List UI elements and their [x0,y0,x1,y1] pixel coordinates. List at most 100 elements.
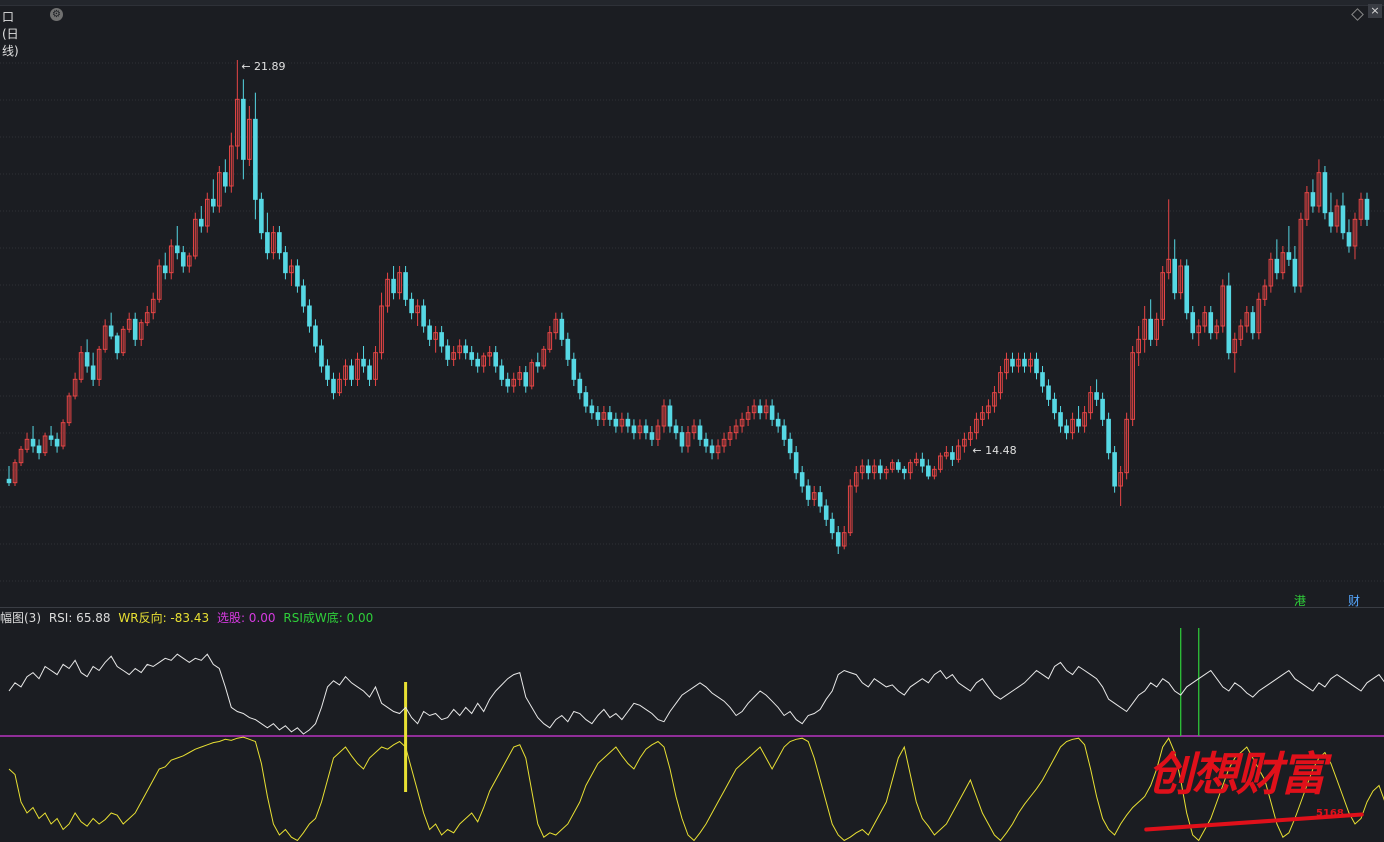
candle-body [902,468,907,474]
candle-body [1106,418,1111,454]
close-icon[interactable]: × [1368,4,1382,18]
candle-body [1226,285,1232,354]
candle-body [1064,425,1069,434]
candle-body [896,462,901,470]
candle-body [805,485,811,500]
candle-body [307,305,312,327]
candle-body [1328,212,1334,227]
candle-body [421,305,426,327]
w-bottom-value-label: RSI成W底: 0.00 [283,611,374,625]
candle-body [499,365,505,380]
candle-body [283,252,288,274]
candle-body [174,245,180,254]
wr-value-label: WR反向: -83.43 [118,611,210,625]
candle-body [1190,312,1196,334]
candle-body [349,365,354,380]
candle-body [463,345,468,354]
candle-body [679,432,685,447]
candle-body [1148,318,1153,340]
candle-body [439,332,444,347]
candle-body [589,405,595,414]
candle-body [1184,265,1190,314]
candle-body [1034,358,1039,374]
candle-body [595,412,601,420]
candle-body [667,405,673,427]
candle-body [505,378,511,387]
candle-body [6,478,12,484]
candle-body [697,425,703,440]
rsi-value-label: RSI: 65.88 [48,611,111,625]
candle-body [1058,412,1063,427]
candle-body [198,218,204,227]
indicator-legend: 幅图(3) RSI: 65.88 WR反向: -83.43 选股: 0.00 R… [0,609,377,625]
candle-body [84,352,90,367]
candle-body [571,358,577,380]
candle-body [1112,452,1117,487]
candle-body [361,358,366,367]
candle-body [1040,372,1045,387]
watermark-stroke [1144,812,1364,832]
watermark-logo: 创想财富 5168 [1140,738,1380,842]
diamond-icon[interactable] [1351,8,1364,21]
candle-body [1046,385,1051,400]
candle-body [613,418,619,427]
candle-body [799,472,805,487]
candle-body [565,338,571,360]
candle-body [823,505,829,520]
candle-body [1208,312,1214,334]
pick-value-label: 选股: 0.00 [216,611,276,625]
candle-body [523,372,529,387]
settings-gear-icon[interactable]: ⚙ [50,8,63,21]
candle-body [559,318,565,340]
candle-body [445,345,450,360]
candle-body [1340,205,1346,234]
candle-body [643,425,649,434]
candle-body [277,232,282,254]
candle-body [577,378,583,394]
candle-body [1310,192,1316,207]
candle-body [493,352,499,367]
candle-body [583,392,589,407]
candle-body [1346,232,1352,247]
candle-body [817,492,823,507]
candle-body [30,438,36,447]
candle-body [259,198,264,234]
candle-body [265,232,270,254]
candle-body [319,345,324,367]
candle-body [1364,198,1370,220]
candle-body [1286,252,1292,260]
candle-body [769,405,775,420]
candle-body [703,438,709,447]
candle-body [1052,398,1057,414]
candle-body [427,325,432,340]
candle-body [54,438,60,447]
candle-body [36,445,42,454]
indicator-name: 幅图(3) [0,611,41,625]
candle-body [1274,258,1280,274]
candle-body [1076,418,1081,427]
candle-body [775,418,781,427]
candle-body [829,518,835,534]
candle-body [787,438,793,454]
candle-body [535,362,541,367]
top-menu-bar [0,0,1384,6]
candle-body [920,458,925,467]
candle-body [607,412,613,420]
candle-body [1022,358,1027,367]
finance-tag[interactable]: 财 [1348,592,1360,609]
candle-body [90,365,96,380]
candle-body [950,452,955,460]
candlestick-chart[interactable]: ← 21.89 ← 14.48 [0,26,1384,606]
hk-tag[interactable]: 港 [1294,592,1306,609]
candle-body [877,465,883,474]
candle-body [331,378,336,394]
candle-body [865,465,871,474]
candle-body [180,252,186,267]
candle-body [162,265,168,274]
candle-body [403,272,408,300]
candle-body [409,298,414,314]
candle-body [301,285,306,307]
candle-body [793,452,799,474]
candle-body [781,425,787,440]
candle-body [835,532,841,547]
